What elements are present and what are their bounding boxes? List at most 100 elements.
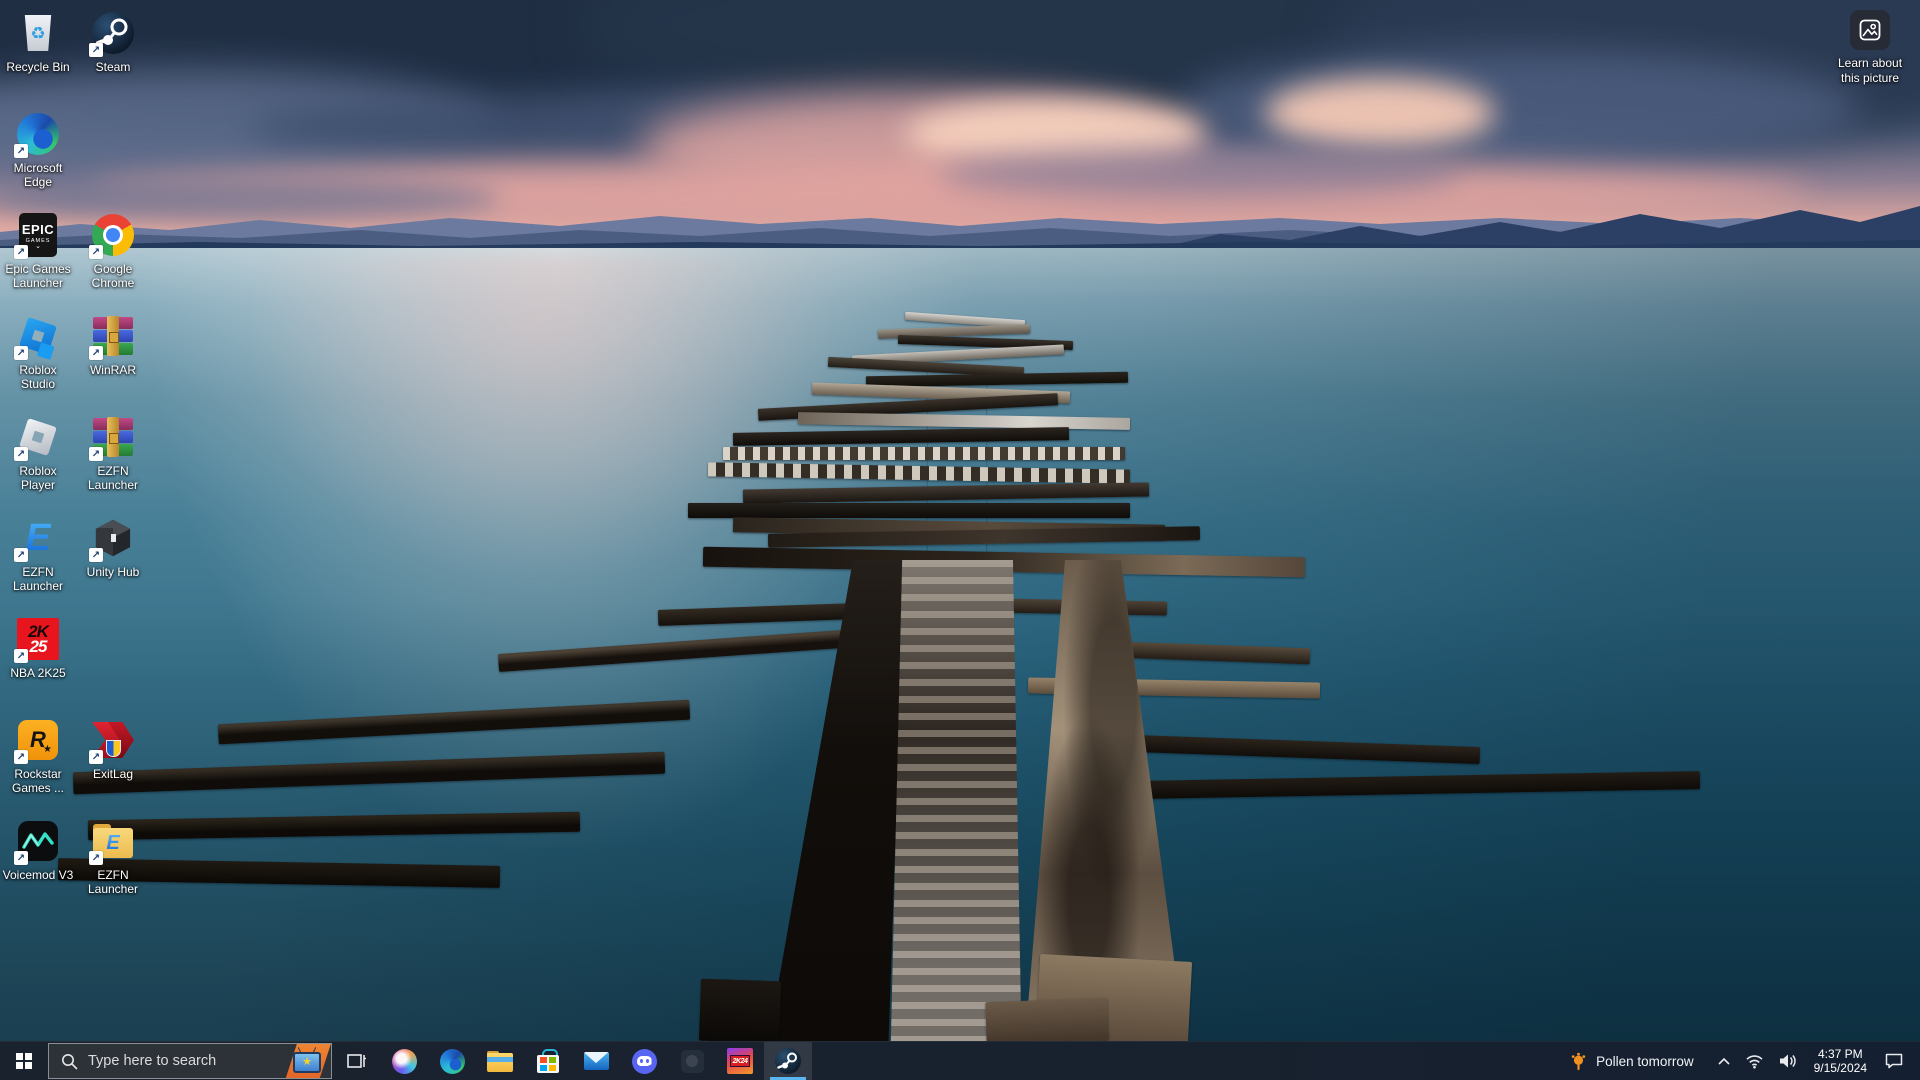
desktop: ♻ Recycle Bin ↗ Steam ↗ Microsoft Edge [0,0,1920,1080]
desktop-icon-label: Recycle Bin [2,60,74,74]
file-explorer-button[interactable] [476,1042,524,1080]
volume-status[interactable] [1773,1042,1802,1080]
discord-button[interactable] [620,1042,668,1080]
pier-serrated-rail [723,447,1125,460]
desktop-icon-unity-hub[interactable]: ↗ Unity Hub [77,515,149,579]
desktop-icon-voicemod[interactable]: ↗ Voicemod V3 [2,818,74,882]
file-explorer-icon [487,1051,513,1072]
shortcut-arrow: ↗ [89,346,103,360]
exitlag-icon: ↗ [90,717,136,763]
desktop-icon-label: EZFN Launcher [77,464,149,492]
desktop-icon-rockstar[interactable]: R ★ ↗ Rockstar Games ... [2,717,74,795]
pier-crossbeam [1138,771,1700,799]
speaker-icon [1778,1053,1797,1069]
action-center-button[interactable] [1879,1042,1914,1080]
desktop-icon-ezfn-folder[interactable]: E ↗ EZFN Launcher [77,818,149,896]
roblox-studio-icon: ↗ [15,313,61,359]
desktop-icon-label: ExitLag [77,767,149,781]
system-tray: Pollen tomorrow [1564,1042,1920,1080]
desktop-icon-steam[interactable]: ↗ Steam [77,10,149,74]
faded-app-icon [681,1050,704,1073]
shortcut-arrow: ↗ [14,649,28,663]
ezfn-e-icon: E ↗ [15,515,61,561]
desktop-icon-label: Google Chrome [77,262,149,290]
desktop-icon-label: WinRAR [77,363,149,377]
epic-games-icon: EPIC GAMES ⌄ ↗ [15,212,61,258]
pollen-icon [1569,1052,1588,1071]
network-status[interactable] [1740,1042,1769,1080]
edge-icon [440,1049,465,1074]
desktop-icon-label: Voicemod V3 [2,868,74,882]
desktop-icon-label: Unity Hub [77,565,149,579]
nba2k24-icon: 2K24 [727,1048,753,1074]
recycle-bin-icon: ♻ [15,10,61,56]
desktop-icon-label: NBA 2K25 [2,666,74,680]
pier [0,0,1920,1080]
taskbar-search[interactable]: Type here to search ★ [48,1043,332,1079]
mail-button[interactable] [572,1042,620,1080]
taskbar: Type here to search ★ [0,1041,1920,1080]
desktop-icon-recycle-bin[interactable]: ♻ Recycle Bin [2,10,74,74]
desktop-icon-exitlag[interactable]: ↗ ExitLag [77,717,149,781]
desktop-icon-label: Epic Games Launcher [2,262,74,290]
ezfn-archive-icon: ↗ [90,414,136,460]
nba2k24-button[interactable]: 2K24 [716,1042,764,1080]
rockstar-icon: R ★ ↗ [15,717,61,763]
copilot-icon [392,1049,417,1074]
ezfn-folder-icon: E ↗ [90,818,136,864]
taskbar-clock[interactable]: 4:37 PM 9/15/2024 [1806,1042,1875,1080]
desktop-icon-epic-games[interactable]: EPIC GAMES ⌄ ↗ Epic Games Launcher [2,212,74,290]
chevron-up-icon [1717,1056,1731,1066]
edge-taskbar-button[interactable] [428,1042,476,1080]
pier-crossbeam [88,812,580,841]
tray-chevron[interactable] [1712,1042,1736,1080]
shortcut-arrow: ↗ [14,144,28,158]
voicemod-icon: ↗ [15,818,61,864]
desktop-icon-microsoft-edge[interactable]: ↗ Microsoft Edge [2,111,74,189]
task-view-button[interactable] [332,1042,380,1080]
clock-time: 4:37 PM [1818,1047,1863,1061]
desktop-icon-label: Microsoft Edge [2,161,74,189]
desktop-icon-nba2k25[interactable]: 2K 25 ↗ NBA 2K25 [2,616,74,680]
discord-icon [632,1049,657,1074]
pier-crossbeam [1123,642,1310,665]
shortcut-arrow: ↗ [14,851,28,865]
pier-ladder [888,560,1030,1042]
desktop-icon-label: EZFN Launcher [77,868,149,896]
unity-hub-icon: ↗ [90,515,136,561]
taskbar-pinned-apps: 2K24 [332,1042,812,1080]
pier-plank [699,979,781,1044]
weather-label: Pollen tomorrow [1596,1054,1694,1069]
desktop-icon-roblox-player[interactable]: ↗ Roblox Player [2,414,74,492]
faded-app-button[interactable] [668,1042,716,1080]
weather-widget[interactable]: Pollen tomorrow [1564,1042,1708,1080]
desktop-icon-label: Roblox Player [2,464,74,492]
picture-icon [1850,10,1890,50]
shortcut-arrow: ↗ [14,548,28,562]
shortcut-arrow: ↗ [89,43,103,57]
shortcut-arrow: ↗ [14,750,28,764]
desktop-icon-label: EZFN Launcher [2,565,74,593]
start-button[interactable] [0,1042,48,1080]
learn-about-picture[interactable]: Learn about this picture [1832,10,1908,86]
wallpaper [0,0,1920,1080]
shortcut-arrow: ↗ [89,245,103,259]
learn-about-label: Learn about this picture [1832,56,1908,86]
search-highlight-badge[interactable]: ★ [277,1044,331,1078]
tv-star-icon: ★ [293,1052,321,1073]
desktop-icon-label: Steam [77,60,149,74]
desktop-icon-google-chrome[interactable]: ↗ Google Chrome [77,212,149,290]
wifi-icon [1745,1054,1764,1069]
steam-icon: ↗ [90,10,136,56]
steam-taskbar-button[interactable] [764,1042,812,1080]
desktop-icon-ezfn-launcher[interactable]: E ↗ EZFN Launcher [2,515,74,593]
microsoft-store-button[interactable] [524,1042,572,1080]
desktop-icon-label: Roblox Studio [2,363,74,391]
desktop-icon-winrar[interactable]: ↗ WinRAR [77,313,149,377]
pier-plank [985,998,1108,1044]
copilot-button[interactable] [380,1042,428,1080]
edge-icon: ↗ [15,111,61,157]
shortcut-arrow: ↗ [14,245,28,259]
desktop-icon-ezfn-rar[interactable]: ↗ EZFN Launcher [77,414,149,492]
desktop-icon-roblox-studio[interactable]: ↗ Roblox Studio [2,313,74,391]
